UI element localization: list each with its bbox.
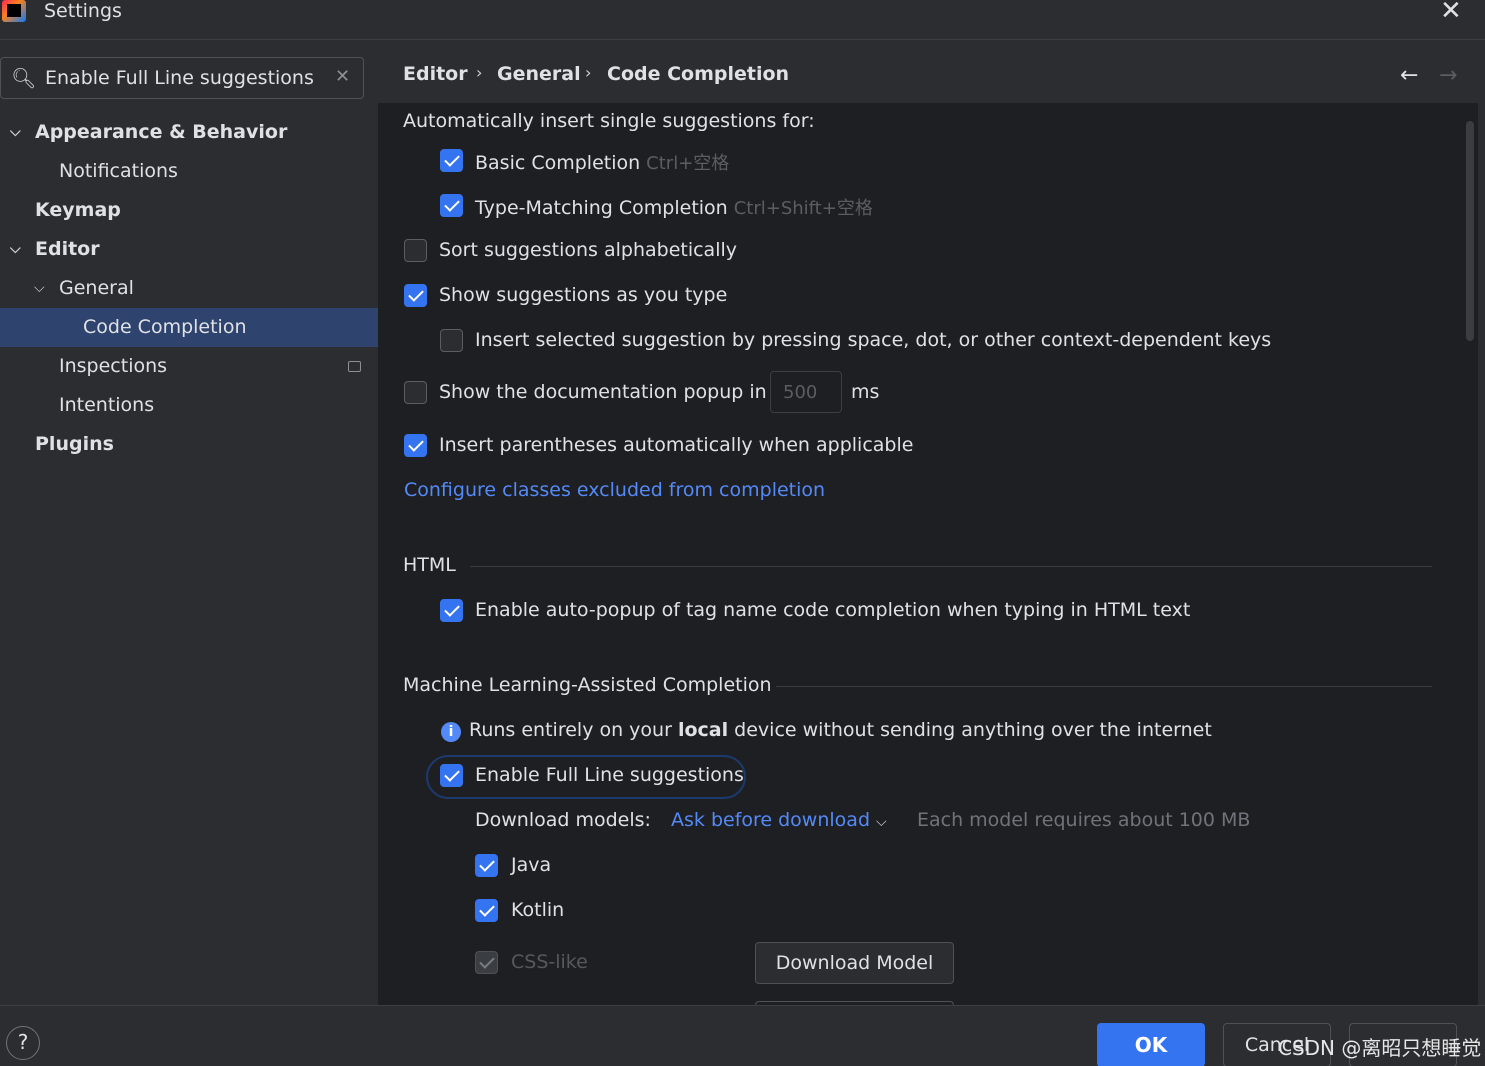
sort-alpha-checkbox[interactable] [404, 239, 427, 262]
ml-info-bold: local [677, 719, 729, 741]
chevron-down-icon: ⌵ [876, 814, 887, 830]
sidebar-item-keymap[interactable]: Keymap [0, 191, 378, 230]
sidebar-item-appearance-behavior[interactable]: ⌵ Appearance & Behavior [0, 113, 378, 152]
settings-sidebar: 🔍︎ ✕ ⌵ Appearance & Behavior Notificatio… [0, 41, 378, 1005]
chevron-right-icon: › [585, 63, 592, 82]
settings-content: Editor › General › Code Completion ← → A… [378, 41, 1478, 1005]
full-line-checkbox[interactable] [440, 764, 463, 787]
section-divider [776, 686, 1432, 687]
watermark: CSDN @离昭只想睡觉 [1278, 1036, 1482, 1060]
chevron-down-icon[interactable]: ⌵ [10, 113, 21, 152]
forward-arrow-icon[interactable]: → [1439, 63, 1457, 88]
sidebar-item-label: Inspections [59, 355, 168, 377]
doc-popup-checkbox[interactable] [404, 381, 427, 404]
java-model-checkbox[interactable] [475, 854, 498, 877]
type-matching-label: Type-Matching Completion Ctrl+Shift+空格 [475, 194, 873, 220]
settings-search[interactable]: 🔍︎ ✕ [0, 57, 364, 99]
ml-info-post: device without sending anything over the… [734, 719, 1212, 741]
breadcrumb-item[interactable]: General [497, 63, 581, 85]
ml-section-title: Machine Learning-Assisted Completion [403, 674, 772, 696]
scrollbar[interactable] [1466, 121, 1474, 341]
ok-button[interactable]: OK [1097, 1023, 1205, 1066]
configure-excluded-link[interactable]: Configure classes excluded from completi… [404, 479, 825, 501]
intellij-logo-icon [2, 0, 26, 22]
close-icon[interactable]: ✕ [1440, 0, 1462, 26]
project-settings-icon [348, 361, 361, 372]
html-auto-popup-label: Enable auto-popup of tag name code compl… [475, 599, 1191, 621]
kotlin-model-checkbox[interactable] [475, 899, 498, 922]
show-as-type-label: Show suggestions as you type [439, 284, 728, 306]
insert-selected-checkbox[interactable] [440, 329, 463, 352]
html-auto-popup-checkbox[interactable] [440, 599, 463, 622]
sort-alpha-label: Sort suggestions alphabetically [439, 239, 738, 261]
help-button[interactable]: ? [6, 1026, 40, 1060]
info-icon: i [441, 722, 461, 742]
sidebar-item-code-completion[interactable]: Code Completion [0, 308, 378, 347]
back-arrow-icon[interactable]: ← [1400, 63, 1418, 88]
html-section-title: HTML [403, 554, 456, 576]
breadcrumb-item: Code Completion [607, 63, 790, 85]
css-model-label: CSS-like [511, 951, 588, 973]
ml-info-pre: Runs entirely on your [469, 719, 672, 741]
auto-insert-header: Automatically insert single suggestions … [403, 110, 815, 132]
parentheses-checkbox[interactable] [404, 434, 427, 457]
doc-popup-label: Show the documentation popup in [439, 381, 767, 403]
chevron-down-icon[interactable]: ⌵ [10, 230, 21, 269]
download-note: Each model requires about 100 MB [917, 809, 1251, 831]
sidebar-item-general[interactable]: ⌵ General [0, 269, 378, 308]
sidebar-item-label: Appearance & Behavior [35, 121, 288, 143]
window-title: Settings [44, 0, 122, 22]
doc-popup-delay-input[interactable] [770, 371, 842, 413]
basic-completion-shortcut: Ctrl+空格 [646, 153, 730, 174]
sidebar-item-label: Notifications [59, 160, 178, 182]
sidebar-item-plugins[interactable]: Plugins [0, 425, 378, 464]
chevron-down-icon[interactable]: ⌵ [34, 269, 45, 308]
full-line-label: Enable Full Line suggestions [475, 764, 744, 786]
search-input[interactable] [45, 65, 325, 91]
chevron-right-icon: › [476, 63, 483, 82]
clear-search-icon[interactable]: ✕ [335, 66, 350, 87]
type-matching-checkbox[interactable] [440, 194, 463, 217]
breadcrumb: Editor › General › Code Completion ← → [378, 41, 1478, 103]
sidebar-item-intentions[interactable]: Intentions [0, 386, 378, 425]
download-models-label: Download models: [475, 809, 651, 831]
title-bar: Settings ✕ [0, 0, 1485, 40]
breadcrumb-item[interactable]: Editor [403, 63, 468, 85]
insert-selected-label: Insert selected suggestion by pressing s… [475, 329, 1272, 351]
sidebar-item-editor[interactable]: ⌵ Editor [0, 230, 378, 269]
sidebar-item-notifications[interactable]: Notifications [0, 152, 378, 191]
sidebar-item-label: Plugins [35, 433, 114, 455]
doc-popup-unit: ms [851, 381, 880, 403]
section-divider [470, 566, 1432, 567]
search-icon[interactable]: 🔍︎ [11, 66, 36, 90]
sidebar-item-inspections[interactable]: Inspections [0, 347, 378, 386]
ml-info-text: Runs entirely on your local device witho… [469, 719, 1212, 741]
download-model-button[interactable]: Download Model [755, 942, 954, 984]
basic-completion-label: Basic Completion Ctrl+空格 [475, 149, 729, 175]
parentheses-label: Insert parentheses automatically when ap… [439, 434, 914, 456]
sidebar-item-label: Editor [35, 238, 100, 260]
type-matching-text: Type-Matching Completion [475, 197, 728, 219]
java-model-label: Java [511, 854, 552, 876]
download-models-dropdown[interactable]: Ask before download ⌵ [671, 809, 887, 831]
type-matching-shortcut: Ctrl+Shift+空格 [733, 198, 873, 219]
sidebar-item-label: Intentions [59, 394, 155, 416]
css-model-checkbox [475, 951, 498, 974]
kotlin-model-label: Kotlin [511, 899, 565, 921]
show-as-type-checkbox[interactable] [404, 284, 427, 307]
download-option-text: Ask before download [671, 809, 870, 831]
sidebar-item-label: Keymap [35, 199, 121, 221]
basic-completion-text: Basic Completion [475, 152, 641, 174]
dialog-footer: ? OK Cancel [0, 1005, 1485, 1066]
sidebar-item-label: General [59, 277, 134, 299]
basic-completion-checkbox[interactable] [440, 149, 463, 172]
sidebar-item-label: Code Completion [83, 316, 247, 338]
